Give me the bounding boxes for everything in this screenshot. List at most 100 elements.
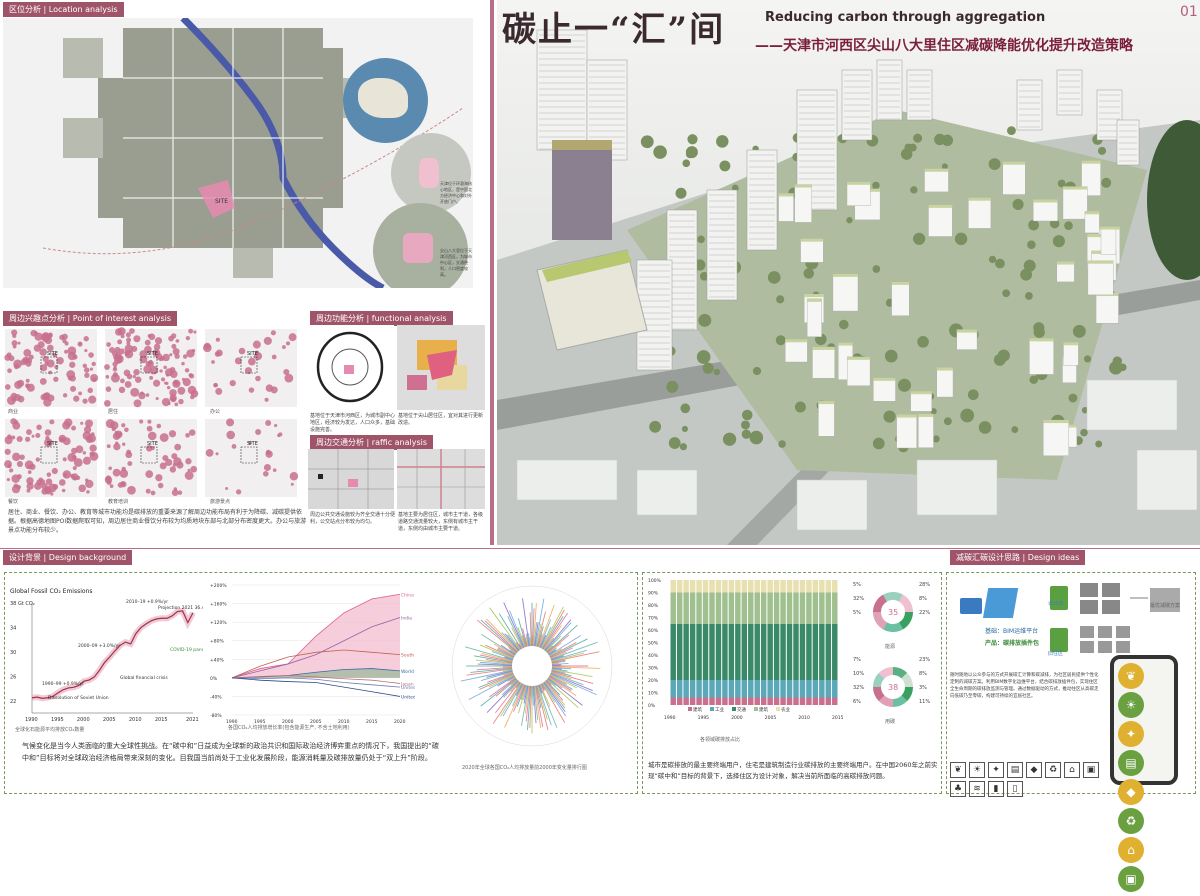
poi-dot [225, 487, 228, 490]
green-roof [1003, 162, 1025, 165]
stack-segment [735, 593, 740, 624]
location-note-2: 尖山八大里位于天津河西区，为城市中心区，交通便利，人口密度较高。 [440, 248, 473, 278]
poi-dot [118, 355, 123, 360]
poi-dot [92, 378, 96, 382]
stack-segment [742, 593, 747, 624]
residential-block [1101, 227, 1116, 255]
growth-x-tick: 2020 [394, 719, 406, 725]
stack-segment [729, 580, 734, 593]
poi-dot [133, 375, 136, 378]
water-icon[interactable]: ◆ [1118, 779, 1144, 805]
stack-segment [832, 580, 837, 593]
poi-dot [118, 432, 122, 436]
poi-dot [216, 338, 220, 342]
stack-segment [683, 624, 688, 680]
stack-segment [683, 698, 688, 706]
stack-y-tick: 80% [648, 603, 659, 609]
donut-1-label: 能源 [885, 643, 895, 650]
design-ideas-header: 减碳汇碳设计思路 | Design ideas [950, 550, 1085, 565]
traffic-note-1: 周边公共交通设施较为齐全交通十分便利，公交站点分布较为均匀。 [310, 512, 396, 526]
poi-dot [126, 341, 130, 345]
tree [753, 367, 761, 375]
poi-dot [189, 429, 195, 435]
poi-dot [12, 453, 20, 461]
tree-icon: ♣ [950, 781, 966, 797]
stack-segment [716, 680, 721, 698]
tree [649, 421, 661, 433]
poi-dot [155, 474, 162, 481]
poi-dot [4, 460, 12, 468]
location-map: SITE 天津位于环渤海核心地区，是中国北方经济中心和对外开放门户。 尖山八大里… [3, 18, 473, 288]
stack-segment [813, 680, 818, 698]
stack-segment [813, 624, 818, 680]
poi-dot [130, 388, 139, 397]
poi-dot [236, 489, 241, 494]
stack-segment [703, 593, 708, 624]
ideas-text: 随时随地以公众参与的方式开展碳汇计算和碳减排，为社区居民提供个性化定制的减碳方案… [950, 672, 1100, 700]
poi-dot [36, 479, 42, 485]
car-icon[interactable]: ▣ [1118, 866, 1144, 892]
water-icon: ◆ [1026, 762, 1042, 778]
chart-icon[interactable]: ▤ [1118, 750, 1144, 776]
residential-block [892, 282, 910, 316]
bulb-icon[interactable]: ✦ [1118, 721, 1144, 747]
tree [910, 186, 917, 193]
sector-stacked-chart: 0%10%20%30%40%50%60%70%80%90%100%1990199… [648, 575, 843, 734]
poi-dot [173, 348, 180, 355]
residential-block [812, 347, 834, 378]
residential-block [1033, 199, 1057, 221]
poi-dot [226, 431, 235, 440]
stack-segment [735, 624, 740, 680]
tower-building [1017, 80, 1042, 130]
poi-dot [92, 362, 96, 366]
functional-note-2: 基地位于尖山居住区，宜对其进行更新改造。 [398, 413, 484, 427]
sun-icon[interactable]: ☀ [1118, 692, 1144, 718]
poi-dot [125, 381, 132, 388]
tree [1080, 429, 1088, 437]
poi-dot [5, 449, 11, 455]
stack-segment [709, 698, 714, 706]
green-roof [1063, 342, 1078, 345]
green-roof [1057, 262, 1075, 265]
co2-x-tick: 2021 [186, 717, 199, 723]
stack-segment [690, 593, 695, 624]
co2-annotation: COVID-19 pandemic [170, 647, 203, 653]
donut-segment-label: 5% [853, 610, 861, 616]
stack-segment [671, 624, 676, 680]
stack-y-tick: 100% [648, 578, 662, 584]
green-roof [804, 294, 824, 297]
stack-segment [696, 624, 701, 680]
poi-dot [83, 431, 92, 440]
growth-y-tick: +120% [210, 620, 227, 626]
poi-dot [272, 355, 277, 360]
aerial-render [497, 0, 1200, 545]
poi-dot [9, 468, 13, 472]
leaf-icon[interactable]: ❦ [1118, 663, 1144, 689]
tree [1027, 240, 1036, 249]
poi-dot [169, 353, 172, 356]
donut-segment-label: 32% [853, 596, 864, 602]
poi-site-label: SITE [247, 441, 258, 447]
poi-dot [41, 488, 47, 494]
poi-dot [185, 433, 190, 438]
stack-segment [735, 680, 740, 698]
poi-dot [17, 436, 23, 442]
stack-segment [690, 698, 695, 706]
stack-legend-swatch [754, 707, 758, 711]
poi-dot [265, 420, 271, 426]
poi-dot [34, 331, 37, 334]
co2-caption: 全球化石能源平均排放CO₂数量 [15, 726, 84, 733]
residential-block [911, 391, 932, 411]
green-roof [1085, 211, 1099, 214]
stack-segment [748, 580, 753, 593]
tree [1073, 325, 1086, 338]
recycle-icon[interactable]: ♻ [1118, 808, 1144, 834]
phone-illustration: ❦☀✦▤◆♻⌂▣ [1110, 655, 1178, 785]
poi-cat-label: 餐饮 [8, 498, 18, 505]
stack-segment [819, 680, 824, 698]
poi-dot [115, 328, 122, 335]
stack-x-tick: 2005 [765, 715, 777, 721]
home-icon[interactable]: ⌂ [1118, 837, 1144, 863]
tree [955, 233, 967, 245]
green-roof [957, 330, 977, 333]
